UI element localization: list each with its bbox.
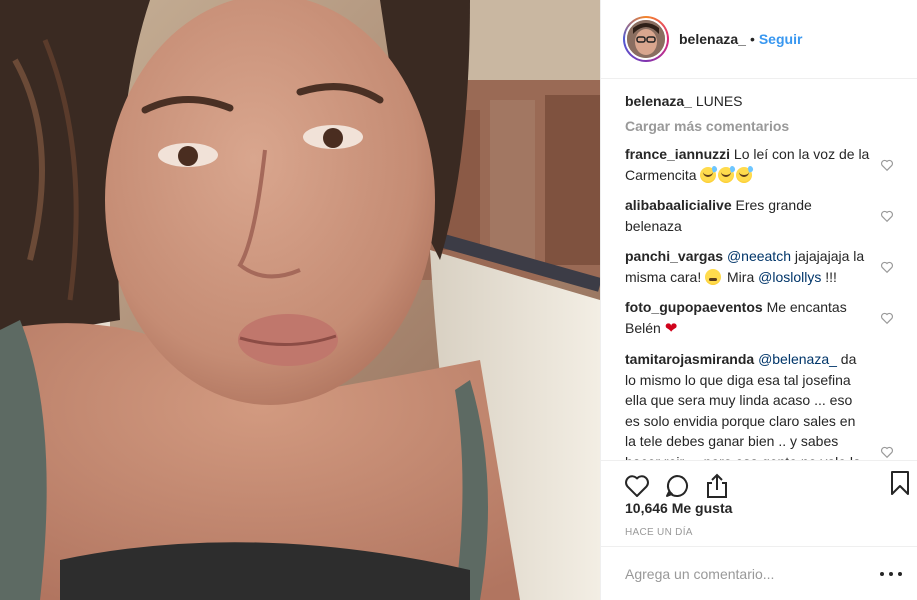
comment-mention[interactable]: @belenaza_ <box>758 351 837 367</box>
share-icon <box>707 473 727 498</box>
like-comment-heart-icon[interactable] <box>880 260 894 274</box>
comment-input[interactable] <box>625 565 880 582</box>
comment-text: Mira <box>723 268 759 285</box>
likes-count[interactable]: 10,646 Me gusta <box>625 500 732 516</box>
selfie-image <box>0 0 600 600</box>
caption-username[interactable]: belenaza_ <box>625 93 692 109</box>
like-button[interactable] <box>623 472 651 500</box>
header-username[interactable]: belenaza_ <box>679 31 746 47</box>
post-timestamp[interactable]: Hace un día <box>625 527 693 538</box>
more-options-icon[interactable] <box>880 564 902 584</box>
bookmark-icon <box>891 471 909 495</box>
comment-item: panchi_vargas @neeatch jajajajaja la mis… <box>625 246 896 287</box>
like-comment-heart-icon[interactable] <box>880 311 894 325</box>
comment-username[interactable]: tamitarojasmiranda <box>625 351 754 367</box>
kissing-face-emoji-icon <box>705 268 722 285</box>
add-comment-form <box>601 546 917 600</box>
comments-list[interactable]: belenaza_ LUNES Cargar más comentarios f… <box>601 80 917 460</box>
load-more-comments-button[interactable]: Cargar más comentarios <box>625 118 896 134</box>
comment-username[interactable]: panchi_vargas <box>625 248 723 264</box>
header-separator: • <box>749 31 755 47</box>
sweat-smile-emoji-icon <box>718 166 735 183</box>
heart-icon <box>625 474 649 497</box>
post-side-panel: belenaza_ • Seguir belenaza_ LUNES Carga… <box>600 0 917 600</box>
comment-mention[interactable]: @loslollys <box>758 269 821 285</box>
comment-username[interactable]: france_iannuzzi <box>625 146 730 162</box>
comment-button[interactable] <box>663 472 691 500</box>
instagram-post: belenaza_ • Seguir belenaza_ LUNES Carga… <box>0 0 917 600</box>
share-button[interactable] <box>703 472 731 500</box>
like-comment-heart-icon[interactable] <box>880 209 894 223</box>
post-actions-bar <box>601 460 917 502</box>
comment-mention[interactable]: @neeatch <box>727 248 791 264</box>
save-button[interactable] <box>886 469 914 497</box>
comment-item: alibabaalicialive Eres grande belenaza <box>625 195 896 236</box>
comment-item: france_iannuzzi Lo leí con la voz de la … <box>625 144 896 185</box>
sweat-smile-emoji-icon <box>700 166 717 183</box>
like-comment-heart-icon[interactable] <box>880 158 894 172</box>
avatar-image <box>627 20 665 58</box>
post-caption: belenaza_ LUNES <box>625 92 896 110</box>
comment-icon <box>666 474 688 497</box>
comment-text: !!! <box>821 268 837 285</box>
story-ring[interactable] <box>623 16 669 62</box>
sweat-smile-emoji-icon <box>736 166 753 183</box>
red-heart-emoji-icon: ❤ <box>664 319 678 337</box>
comment-username[interactable]: foto_gupopaeventos <box>625 299 763 315</box>
follow-button[interactable]: Seguir <box>759 31 803 47</box>
like-comment-heart-icon[interactable] <box>880 445 894 459</box>
post-photo[interactable] <box>0 0 600 600</box>
post-header: belenaza_ • Seguir <box>601 0 917 79</box>
comment-text: da lo mismo lo que diga esa tal josefina… <box>625 351 861 460</box>
avatar[interactable] <box>625 18 667 60</box>
caption-text: LUNES <box>695 93 743 109</box>
comment-username[interactable]: alibabaalicialive <box>625 197 732 213</box>
comment-item: foto_gupopaeventos Me encantas Belén ❤ <box>625 297 896 339</box>
comment-item: tamitarojasmiranda @belenaza_ da lo mism… <box>625 349 896 460</box>
